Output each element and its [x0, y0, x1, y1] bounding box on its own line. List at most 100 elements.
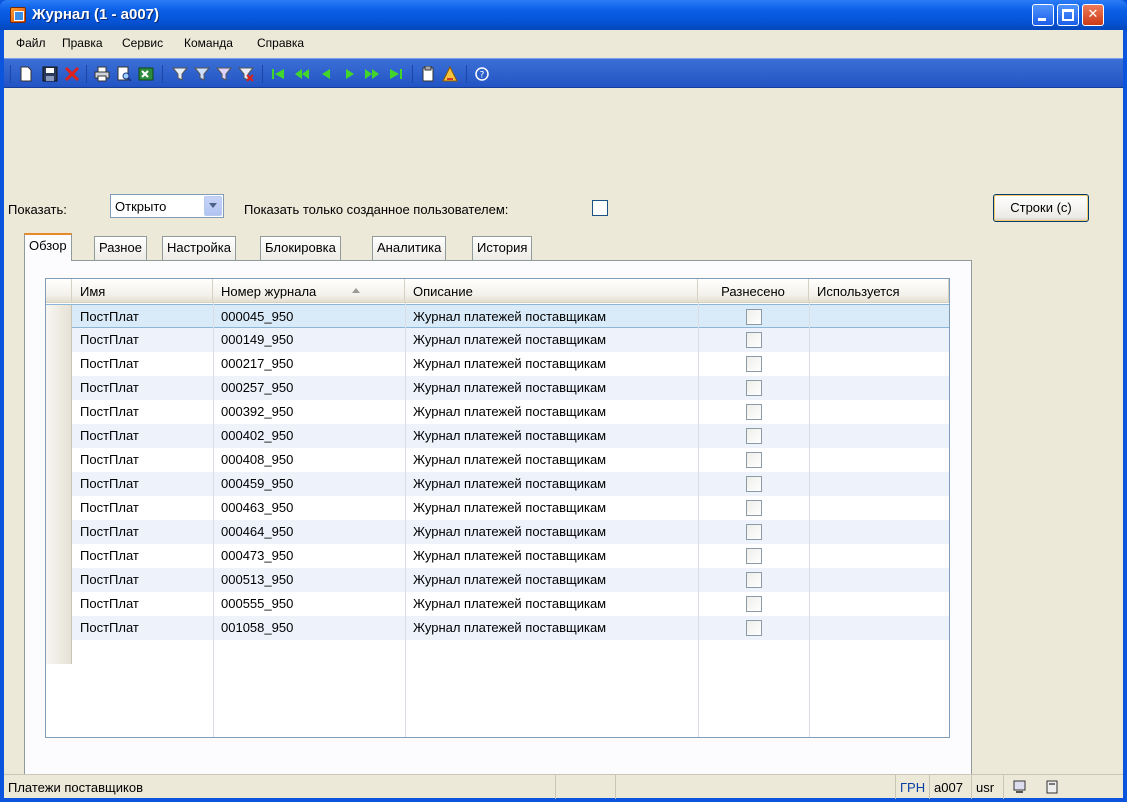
cell-journal-number[interactable]: 000513_950 — [221, 572, 293, 587]
table-row[interactable]: ПостПлат 000408_950 Журнал платежей постав… — [46, 448, 949, 472]
table-row[interactable]: ПостПлат 000045_950 Журнал платежей постав… — [46, 304, 949, 329]
posted-checkbox[interactable] — [746, 309, 762, 325]
maximize-button[interactable] — [1057, 4, 1079, 26]
cell-journal-number[interactable]: 000463_950 — [221, 500, 293, 515]
show-dropdown[interactable]: Открыто — [110, 194, 224, 218]
row-selector[interactable] — [46, 568, 72, 592]
status-currency[interactable]: ГРН — [896, 775, 930, 799]
posted-checkbox[interactable] — [746, 332, 762, 348]
cell-description[interactable]: Журнал платежей поставщикам — [413, 332, 606, 347]
table-row[interactable]: ПостПлат 000402_950 Журнал платежей постав… — [46, 424, 949, 448]
cell-journal-number[interactable]: 000464_950 — [221, 524, 293, 539]
table-row[interactable]: ПостПлат 000149_950 Журнал платежей постав… — [46, 328, 949, 352]
advanced-filter-icon[interactable] — [216, 66, 232, 82]
row-selector[interactable] — [46, 472, 72, 496]
previous-page-icon[interactable] — [294, 66, 310, 82]
table-row[interactable]: ПостПлат 001058_950 Журнал платежей постав… — [46, 616, 949, 640]
cell-description[interactable]: Журнал платежей поставщикам — [413, 309, 606, 324]
posted-checkbox[interactable] — [746, 524, 762, 540]
row-selector[interactable] — [46, 616, 72, 640]
table-row[interactable]: ПостПлат 000257_950 Журнал платежей постав… — [46, 376, 949, 400]
cell-name[interactable]: ПостПлат — [80, 428, 139, 443]
row-selector[interactable] — [46, 448, 72, 472]
delete-icon[interactable] — [64, 66, 80, 82]
lines-button[interactable]: Строки (c) — [993, 194, 1089, 222]
posted-checkbox[interactable] — [746, 572, 762, 588]
cell-description[interactable]: Журнал платежей поставщикам — [413, 596, 606, 611]
new-icon[interactable] — [18, 66, 34, 82]
cell-journal-number[interactable]: 000555_950 — [221, 596, 293, 611]
cell-name[interactable]: ПостПлат — [80, 452, 139, 467]
export-excel-icon[interactable] — [138, 66, 154, 82]
cell-name[interactable]: ПостПлат — [80, 620, 139, 635]
row-selector[interactable] — [46, 496, 72, 520]
cell-description[interactable]: Журнал платежей поставщикам — [413, 548, 606, 563]
posted-checkbox[interactable] — [746, 356, 762, 372]
menu-help[interactable]: Справка — [257, 36, 304, 50]
close-button[interactable]: ✕ — [1082, 4, 1104, 26]
filter-by-selection-icon[interactable] — [194, 66, 210, 82]
header-posted[interactable]: Разнесено — [698, 279, 809, 303]
cell-name[interactable]: ПостПлат — [80, 596, 139, 611]
cell-journal-number[interactable]: 000408_950 — [221, 452, 293, 467]
minimize-button[interactable] — [1032, 4, 1054, 26]
cell-description[interactable]: Журнал платежей поставщикам — [413, 476, 606, 491]
cell-name[interactable]: ПостПлат — [80, 476, 139, 491]
header-description[interactable]: Описание — [405, 279, 698, 303]
document-handling-icon[interactable] — [420, 66, 436, 82]
cell-name[interactable]: ПостПлат — [80, 500, 139, 515]
menu-file[interactable]: Файл — [16, 36, 46, 50]
print-icon[interactable] — [94, 66, 110, 82]
posted-checkbox[interactable] — [746, 476, 762, 492]
cell-journal-number[interactable]: 000149_950 — [221, 332, 293, 347]
header-name[interactable]: Имя — [72, 279, 213, 303]
cell-description[interactable]: Журнал платежей поставщикам — [413, 500, 606, 515]
cell-name[interactable]: ПостПлат — [80, 309, 139, 324]
table-row[interactable]: ПостПлат 000392_950 Журнал платежей постав… — [46, 400, 949, 424]
database-icon[interactable] — [1044, 779, 1060, 795]
row-selector[interactable] — [46, 352, 72, 376]
table-row[interactable]: ПостПлат 000513_950 Журнал платежей постав… — [46, 568, 949, 592]
posted-checkbox[interactable] — [746, 620, 762, 636]
posted-checkbox[interactable] — [746, 500, 762, 516]
header-in-use[interactable]: Используется — [809, 279, 949, 303]
row-selector[interactable] — [46, 424, 72, 448]
status-user[interactable]: usr — [972, 775, 1004, 799]
only-user-checkbox[interactable] — [592, 200, 608, 216]
alert-icon[interactable] — [442, 66, 458, 82]
table-row[interactable]: ПостПлат 000555_950 Журнал платежей постав… — [46, 592, 949, 616]
cell-description[interactable]: Журнал платежей поставщикам — [413, 380, 606, 395]
previous-record-icon[interactable] — [318, 66, 334, 82]
table-row[interactable]: ПостПлат 000473_950 Журнал платежей постав… — [46, 544, 949, 568]
tab-history[interactable]: История — [472, 236, 533, 260]
cell-journal-number[interactable]: 000473_950 — [221, 548, 293, 563]
remove-filter-icon[interactable] — [238, 66, 254, 82]
row-selector[interactable] — [46, 376, 72, 400]
cell-name[interactable]: ПостПлат — [80, 380, 139, 395]
cell-name[interactable]: ПостПлат — [80, 332, 139, 347]
row-selector[interactable] — [46, 640, 72, 664]
tab-analytics[interactable]: Аналитика — [372, 236, 447, 260]
tab-misc[interactable]: Разное — [94, 236, 147, 260]
row-selector[interactable] — [46, 520, 72, 544]
table-row[interactable]: ПостПлат 000459_950 Журнал платежей постав… — [46, 472, 949, 496]
cell-name[interactable]: ПостПлат — [80, 524, 139, 539]
cell-description[interactable]: Журнал платежей поставщикам — [413, 428, 606, 443]
cell-name[interactable]: ПостПлат — [80, 356, 139, 371]
tab-overview[interactable]: Обзор — [24, 233, 72, 261]
table-row[interactable]: ПостПлат 000217_950 Журнал платежей постав… — [46, 352, 949, 376]
tab-blocking[interactable]: Блокировка — [260, 236, 341, 260]
posted-checkbox[interactable] — [746, 452, 762, 468]
first-record-icon[interactable] — [270, 66, 286, 82]
last-record-icon[interactable] — [388, 66, 404, 82]
next-page-icon[interactable] — [364, 66, 380, 82]
table-row[interactable]: ПостПлат 000463_950 Журнал платежей постав… — [46, 496, 949, 520]
posted-checkbox[interactable] — [746, 380, 762, 396]
cell-name[interactable]: ПостПлат — [80, 548, 139, 563]
cell-journal-number[interactable]: 000257_950 — [221, 380, 293, 395]
cell-description[interactable]: Журнал платежей поставщикам — [413, 524, 606, 539]
row-selector[interactable] — [46, 328, 72, 352]
title-bar[interactable]: Журнал (1 - a007) ✕ — [0, 0, 1127, 30]
cell-name[interactable]: ПостПлат — [80, 404, 139, 419]
save-icon[interactable] — [42, 66, 58, 82]
